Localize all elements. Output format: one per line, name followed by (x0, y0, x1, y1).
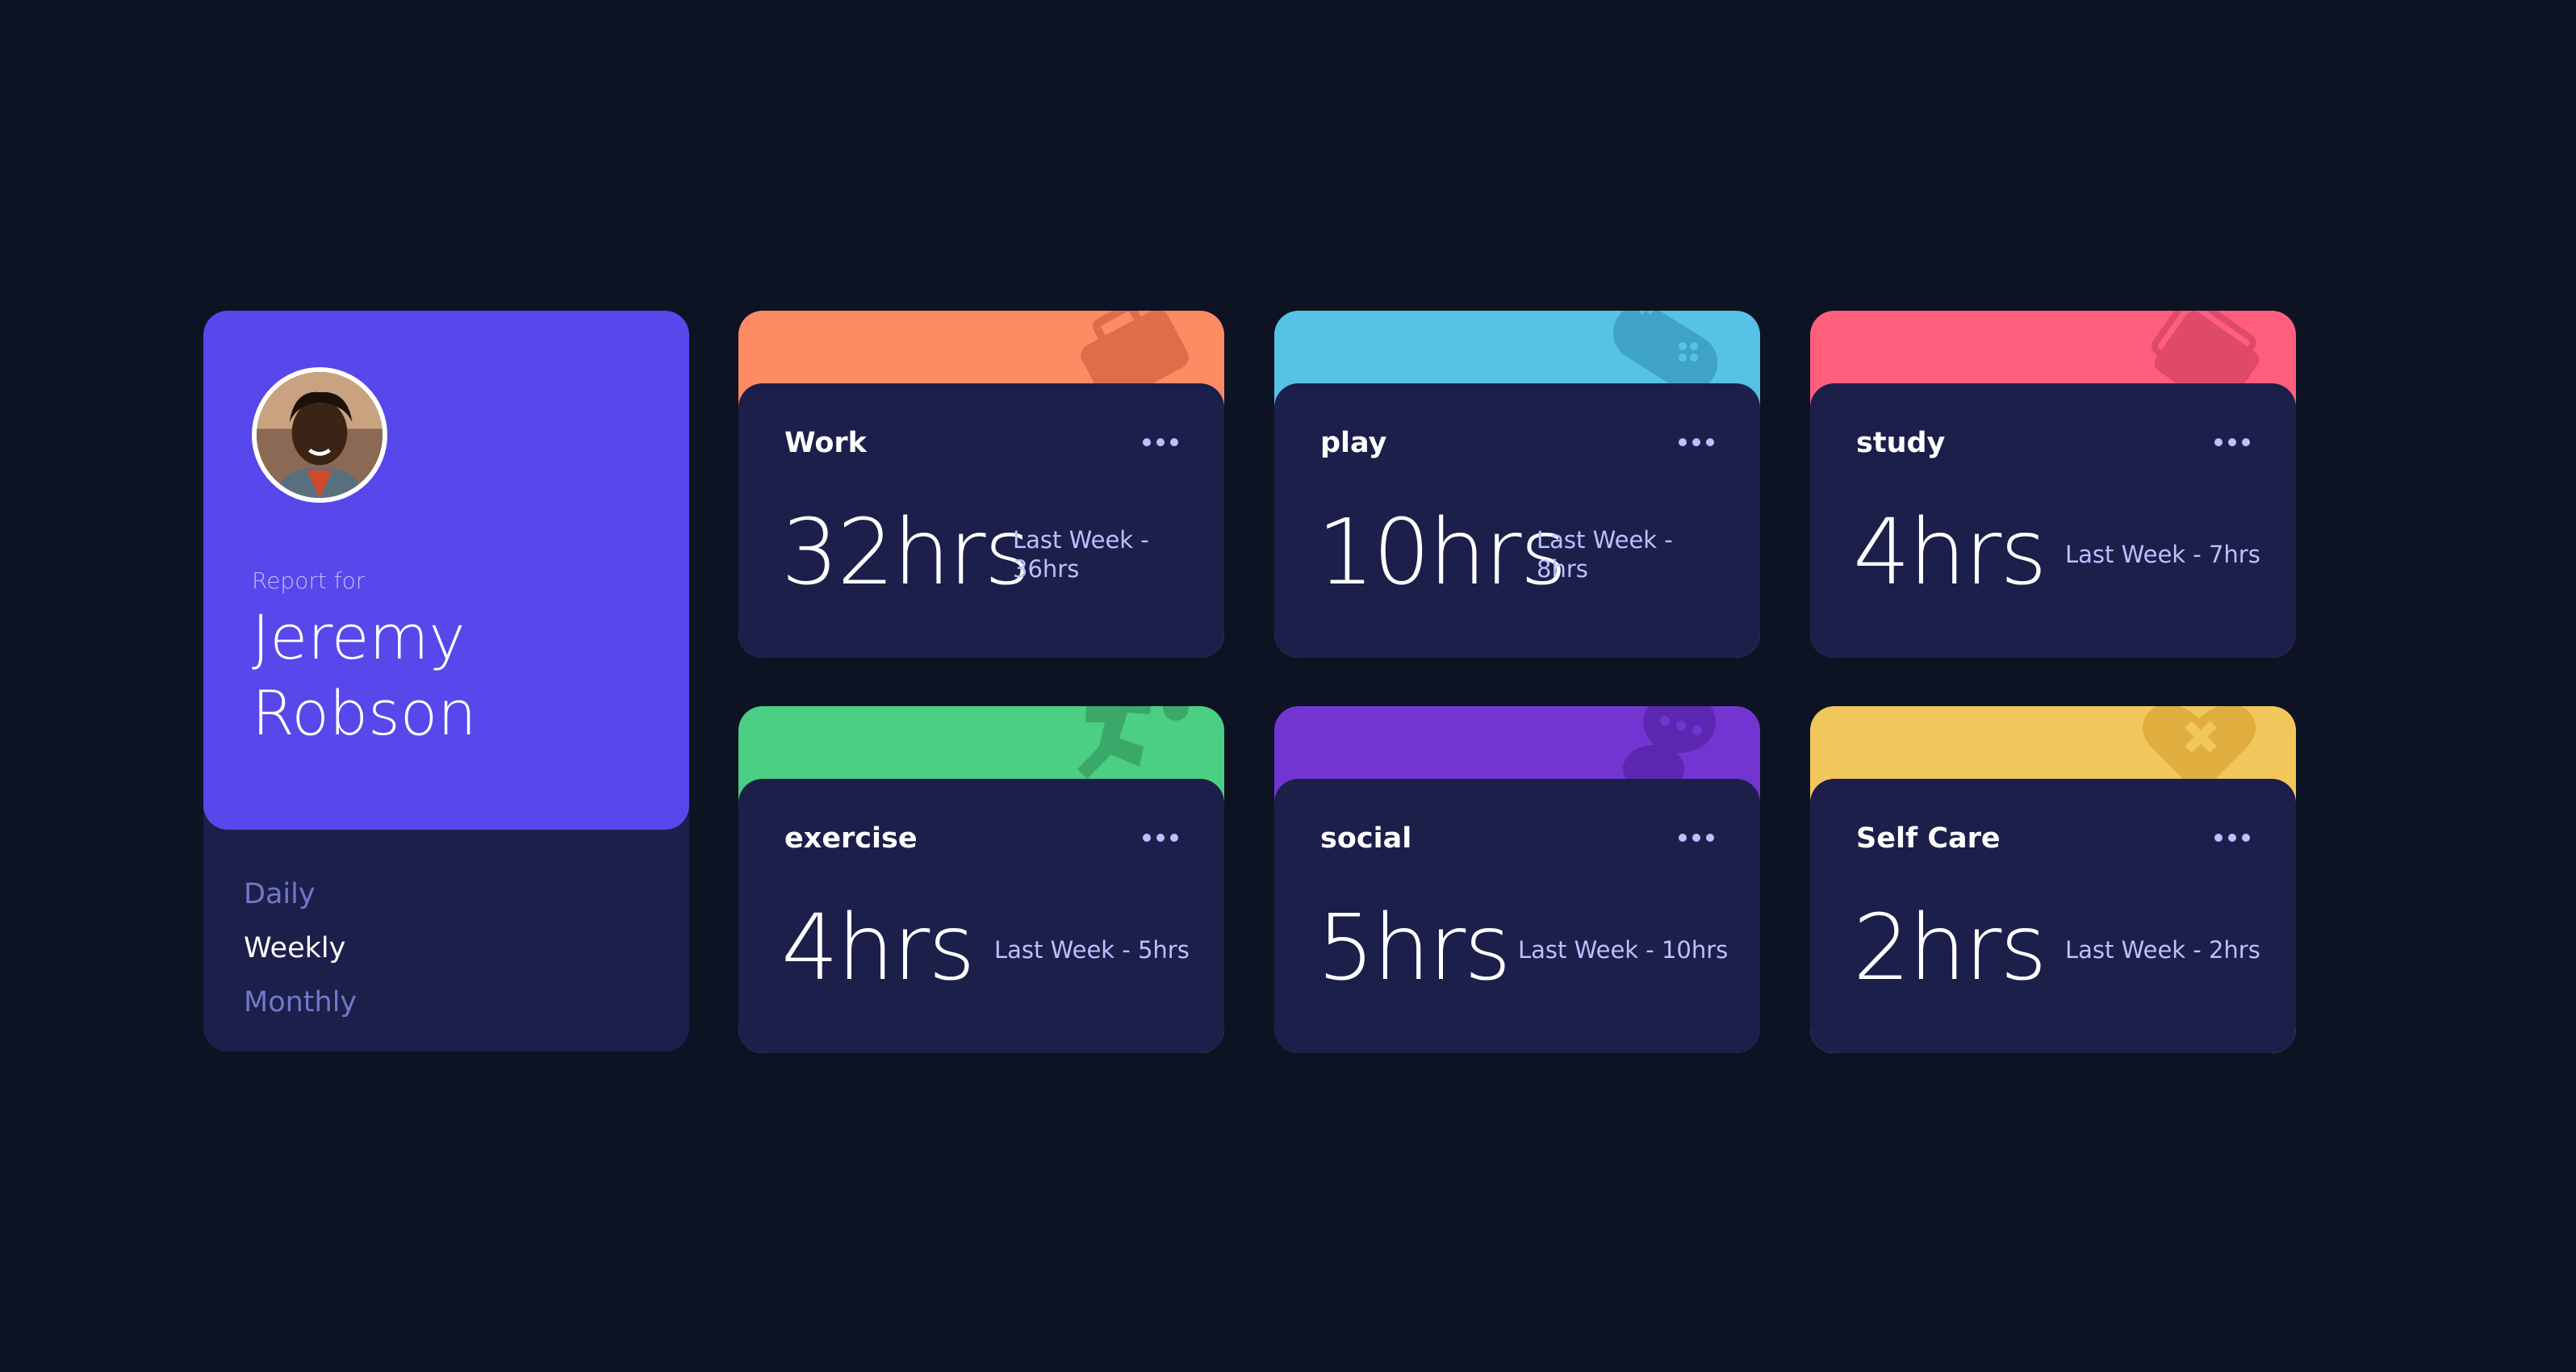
activity-card-exercise: exercise 4hrs Last Week - 5hrs (738, 706, 1224, 1053)
activity-title: Self Care (1856, 822, 2001, 855)
activity-last-week: Last Week - 8hrs (1537, 526, 1673, 583)
activity-panel[interactable]: study 4hrs Last Week - 7hrs (1810, 383, 2296, 658)
activity-card-play: play 10hrs Last Week - 8hrs (1274, 311, 1760, 658)
activity-last-week: Last Week - 7hrs (2065, 541, 2260, 568)
avatar (252, 367, 387, 503)
activity-title: study (1856, 427, 1946, 459)
activity-title: play (1320, 427, 1387, 459)
activity-hours: 10hrs (1317, 500, 1567, 605)
activity-card-self-care: Self Care 2hrs Last Week - 2hrs (1810, 706, 2296, 1053)
more-options-icon[interactable] (1678, 832, 1715, 843)
activity-panel[interactable]: play 10hrs Last Week - 8hrs (1274, 383, 1760, 658)
activity-hours: 4hrs (1853, 500, 2047, 605)
profile-header: Report for Jeremy Robson (203, 311, 689, 830)
more-options-icon[interactable] (2214, 437, 2251, 448)
avatar-image (257, 372, 383, 498)
activity-hours: 4hrs (781, 896, 976, 1001)
activity-panel[interactable]: Work 32hrs Last Week - 36hrs (738, 383, 1224, 658)
activity-title: Work (784, 427, 867, 459)
more-options-icon[interactable] (1678, 437, 1715, 448)
period-weekly[interactable]: Weekly (244, 922, 357, 976)
activity-hours: 32hrs (781, 500, 1031, 605)
activity-last-week: Last Week - 2hrs (2065, 936, 2260, 964)
activity-hours: 2hrs (1853, 896, 2047, 1001)
activity-last-week: Last Week - 10hrs (1518, 936, 1729, 964)
period-monthly[interactable]: Monthly (244, 976, 357, 1030)
activity-title: exercise (784, 822, 918, 855)
activity-last-week: Last Week - 5hrs (994, 936, 1190, 964)
activity-panel[interactable]: exercise 4hrs Last Week - 5hrs (738, 779, 1224, 1053)
more-options-icon[interactable] (2214, 832, 2251, 843)
activity-title: social (1320, 822, 1412, 855)
user-name: Jeremy Robson (252, 601, 477, 749)
more-options-icon[interactable] (1142, 437, 1179, 448)
activity-panel[interactable]: social 5hrs Last Week - 10hrs (1274, 779, 1760, 1053)
period-daily[interactable]: Daily (244, 868, 357, 922)
period-selector: Daily Weekly Monthly (244, 868, 357, 1030)
activity-card-work: Work 32hrs Last Week - 36hrs (738, 311, 1224, 658)
profile-card: Report for Jeremy Robson Daily Weekly Mo… (203, 311, 689, 1052)
activity-panel[interactable]: Self Care 2hrs Last Week - 2hrs (1810, 779, 2296, 1053)
activity-last-week: Last Week - 36hrs (1013, 526, 1149, 583)
activity-hours: 5hrs (1317, 896, 1512, 1001)
report-for-label: Report for (252, 567, 366, 594)
activity-card-study: study 4hrs Last Week - 7hrs (1810, 311, 2296, 658)
more-options-icon[interactable] (1142, 832, 1179, 843)
activity-card-social: social 5hrs Last Week - 10hrs (1274, 706, 1760, 1053)
